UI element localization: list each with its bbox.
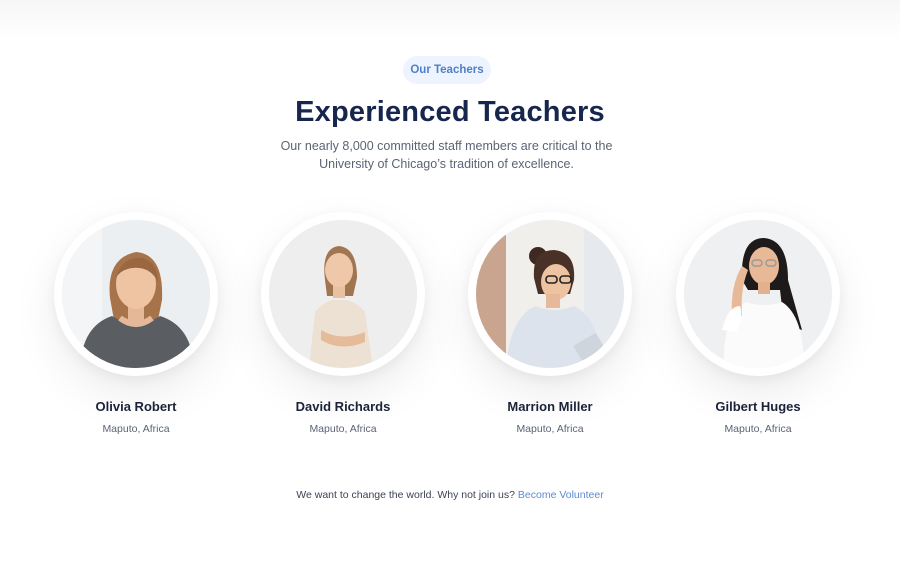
teacher-name: Marrion Miller bbox=[507, 399, 593, 414]
teacher-name: Olivia Robert bbox=[95, 399, 177, 414]
volunteer-cta: We want to change the world. Why not joi… bbox=[0, 488, 900, 502]
teacher-photo bbox=[269, 220, 417, 368]
teacher-location: Maputo, Africa bbox=[516, 423, 584, 435]
avatar-ring bbox=[261, 212, 425, 376]
avatar-ring bbox=[468, 212, 632, 376]
cta-text: We want to change the world. Why not joi… bbox=[296, 489, 515, 501]
subtitle-line-2: University of Chicago’s tradition of exc… bbox=[319, 157, 574, 171]
avatar-ring bbox=[676, 212, 840, 376]
teacher-name: David Richards bbox=[295, 399, 391, 414]
teacher-card[interactable]: Olivia Robert Maputo, Africa bbox=[54, 212, 218, 452]
section-subtitle: Our nearly 8,000 committed staff members… bbox=[250, 137, 643, 173]
teacher-photo bbox=[476, 220, 624, 368]
teacher-location: Maputo, Africa bbox=[102, 423, 170, 435]
avatar-ring bbox=[54, 212, 218, 376]
teacher-card[interactable]: Marrion Miller Maputo, Africa bbox=[468, 212, 632, 452]
teacher-card[interactable]: David Richards Maputo, Africa bbox=[261, 212, 425, 452]
teacher-photo bbox=[62, 220, 210, 368]
teacher-name: Gilbert Huges bbox=[715, 399, 801, 414]
become-volunteer-link[interactable]: Become Volunteer bbox=[518, 489, 604, 501]
teacher-location: Maputo, Africa bbox=[309, 423, 377, 435]
section-title: Experienced Teachers bbox=[295, 96, 605, 128]
teachers-section: Our Teachers Experienced Teachers Our ne… bbox=[0, 0, 900, 579]
teacher-location: Maputo, Africa bbox=[724, 423, 792, 435]
subtitle-line-1: Our nearly 8,000 committed staff members… bbox=[280, 139, 613, 153]
teacher-photo bbox=[684, 220, 832, 368]
teacher-card[interactable]: Gilbert Huges Maputo, Africa bbox=[676, 212, 840, 452]
section-badge: Our Teachers bbox=[403, 56, 491, 84]
